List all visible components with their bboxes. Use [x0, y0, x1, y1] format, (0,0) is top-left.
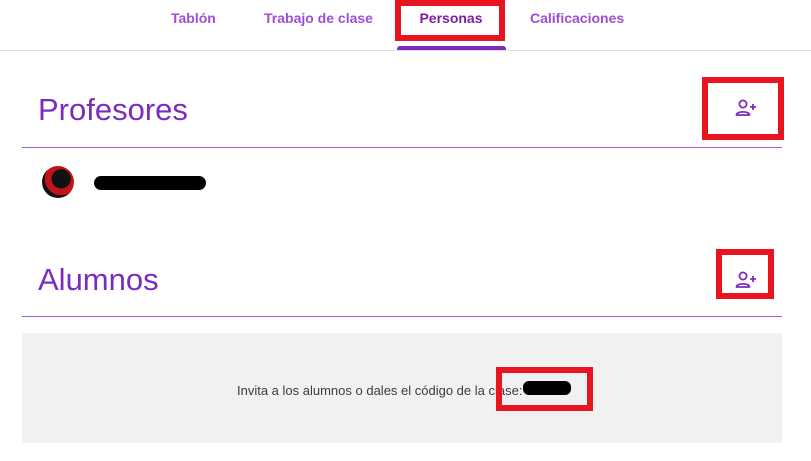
person-add-icon: [735, 99, 756, 116]
teacher-avatar: [42, 166, 74, 198]
add-teacher-button[interactable]: [728, 90, 764, 126]
invite-text: Invita a los alumnos o dales el código d…: [237, 383, 523, 398]
active-tab-indicator: [397, 46, 506, 50]
person-add-icon: [735, 271, 756, 288]
teachers-divider: [22, 147, 782, 148]
class-code-redacted: [523, 381, 571, 395]
class-nav: Tablón Trabajo de clase Personas Calific…: [0, 0, 811, 51]
teachers-title: Profesores: [38, 92, 188, 127]
tab-calificaciones[interactable]: Calificaciones: [530, 0, 624, 50]
teacher-name-redacted: [94, 176, 206, 190]
tab-trabajo-de-clase[interactable]: Trabajo de clase: [264, 0, 373, 50]
tab-personas[interactable]: Personas: [399, 0, 503, 50]
tab-tablon[interactable]: Tablón: [171, 0, 216, 50]
add-student-button[interactable]: [728, 262, 764, 298]
students-title: Alumnos: [38, 262, 159, 297]
students-divider: [22, 316, 782, 317]
